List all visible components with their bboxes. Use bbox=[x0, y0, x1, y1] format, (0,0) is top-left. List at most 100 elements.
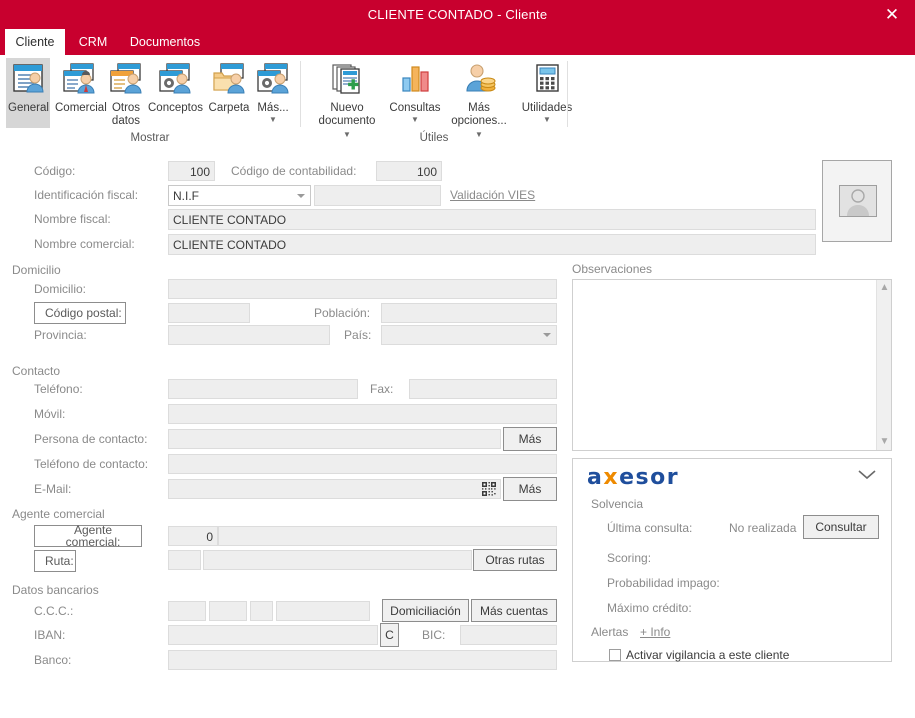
movil-input[interactable] bbox=[168, 404, 557, 424]
email-label: E-Mail: bbox=[34, 482, 72, 496]
ruta-codigo-input[interactable] bbox=[168, 550, 201, 570]
chevron-down-icon[interactable]: ▼ bbox=[253, 116, 293, 124]
activar-vigilancia-label: Activar vigilancia a este cliente bbox=[626, 648, 790, 662]
banco-input[interactable] bbox=[168, 650, 557, 670]
codigo-postal-button[interactable]: Código postal: bbox=[34, 302, 126, 324]
telefono-input[interactable] bbox=[168, 379, 358, 399]
agente-codigo-input[interactable]: 0 bbox=[168, 526, 218, 546]
ribbon-group-label: Mostrar bbox=[130, 132, 170, 144]
codigo-postal-input[interactable] bbox=[168, 303, 250, 323]
ccc-label: C.C.C.: bbox=[34, 604, 74, 618]
identificacion-fiscal-select[interactable]: N.I.F bbox=[168, 185, 311, 206]
observaciones-title: Observaciones bbox=[572, 262, 653, 276]
ribbon-button-label: Consultas bbox=[389, 102, 441, 114]
ultima-consulta-label: Última consulta: bbox=[607, 521, 693, 535]
activar-vigilancia-checkbox[interactable] bbox=[609, 649, 621, 661]
ruta-button[interactable]: Ruta: bbox=[34, 550, 76, 572]
nombre-fiscal-input[interactable]: CLIENTE CONTADO bbox=[168, 209, 816, 230]
ribbon-toolbar: General Comercial Otros datos Conceptos … bbox=[0, 55, 915, 147]
nombre-fiscal-label: Nombre fiscal: bbox=[34, 212, 111, 226]
person-coins-icon bbox=[445, 62, 513, 100]
iban-c-button[interactable]: C bbox=[380, 623, 399, 647]
ribbon-button-label: Conceptos bbox=[148, 102, 203, 114]
person-placeholder-icon bbox=[839, 185, 877, 217]
ribbon-button-label: General bbox=[8, 102, 49, 114]
info-link[interactable]: + Info bbox=[640, 625, 670, 639]
datos-bancarios-group-title: Datos bancarios bbox=[12, 583, 99, 597]
ribbon-button-utilidades[interactable]: Utilidades ▼ bbox=[515, 58, 579, 138]
domicilio-input[interactable] bbox=[168, 279, 557, 299]
ribbon-button-general[interactable]: General bbox=[6, 58, 50, 128]
ccc-dc-input[interactable] bbox=[250, 601, 273, 621]
qr-code-icon[interactable] bbox=[482, 482, 496, 496]
chevron-down-icon[interactable]: ▼ bbox=[877, 435, 892, 449]
codigo-contabilidad-input[interactable]: 100 bbox=[376, 161, 442, 181]
nombre-comercial-input[interactable]: CLIENTE CONTADO bbox=[168, 234, 816, 255]
poblacion-label: Población: bbox=[314, 306, 371, 320]
persona-contacto-mas-button[interactable]: Más bbox=[503, 427, 557, 451]
ultima-consulta-value: No realizada bbox=[729, 521, 797, 535]
tab-crm[interactable]: CRM bbox=[70, 29, 116, 55]
telefono-contacto-input[interactable] bbox=[168, 454, 557, 474]
provincia-input[interactable] bbox=[168, 325, 330, 345]
telefono-contacto-label: Teléfono de contacto: bbox=[34, 457, 149, 471]
ribbon-button-label: Más... bbox=[257, 102, 289, 114]
chevron-down-icon[interactable] bbox=[543, 333, 551, 337]
chevron-up-icon[interactable]: ▲ bbox=[877, 281, 892, 295]
ribbon-button-comercial[interactable]: Comercial bbox=[53, 58, 107, 128]
codigo-label: Código: bbox=[34, 164, 76, 178]
client-photo-placeholder[interactable] bbox=[822, 160, 892, 242]
tab-documentos[interactable]: Documentos bbox=[120, 29, 210, 55]
identificacion-fiscal-label: Identificación fiscal: bbox=[34, 188, 139, 202]
ribbon-button-carpeta[interactable]: Carpeta bbox=[205, 58, 253, 128]
validacion-vies-link[interactable]: Validación VIES bbox=[450, 188, 535, 202]
ribbon-button-mas[interactable]: Más... ▼ bbox=[253, 58, 293, 138]
contacto-group-title: Contacto bbox=[12, 364, 61, 378]
ccc-entidad-input[interactable] bbox=[168, 601, 206, 621]
agente-comercial-button[interactable]: Agente comercial: bbox=[34, 524, 142, 548]
ccc-oficina-input[interactable] bbox=[209, 601, 247, 621]
ribbon-button-otros-datos[interactable]: Otros datos bbox=[107, 58, 145, 136]
banco-label: Banco: bbox=[34, 653, 72, 667]
otras-rutas-button[interactable]: Otras rutas bbox=[473, 549, 557, 571]
ribbon-button-nuevo-documento[interactable]: Nuevo documento ▼ bbox=[309, 58, 385, 139]
persona-contacto-input[interactable] bbox=[168, 429, 501, 449]
chevron-down-icon[interactable] bbox=[297, 193, 305, 198]
chevron-down-icon[interactable]: ▼ bbox=[515, 116, 579, 124]
consultar-button[interactable]: Consultar bbox=[803, 515, 879, 539]
domiciliacion-button[interactable]: Domiciliación bbox=[382, 599, 469, 622]
ribbon-button-label: Otros datos bbox=[111, 102, 141, 127]
chevron-down-icon[interactable]: ▼ bbox=[387, 116, 443, 124]
domicilio-label: Domicilio: bbox=[34, 282, 87, 296]
close-icon[interactable]: ✕ bbox=[879, 3, 905, 27]
provincia-label: Provincia: bbox=[34, 328, 87, 342]
mas-cuentas-button[interactable]: Más cuentas bbox=[471, 599, 557, 622]
bic-label: BIC: bbox=[422, 628, 446, 642]
ribbon-button-conceptos[interactable]: Conceptos bbox=[146, 58, 204, 128]
ribbon-divider bbox=[567, 61, 568, 127]
ribbon-button-consultas[interactable]: Consultas ▼ bbox=[387, 58, 443, 138]
ccc-cuenta-input[interactable] bbox=[276, 601, 370, 621]
chevron-down-icon[interactable] bbox=[857, 468, 877, 483]
bic-input[interactable] bbox=[460, 625, 557, 645]
axesor-logo-pre: a bbox=[587, 465, 604, 490]
observaciones-scrollbar[interactable]: ▲ ▼ bbox=[876, 280, 891, 450]
iban-input[interactable] bbox=[168, 625, 378, 645]
window-gear-person-icon bbox=[253, 62, 293, 100]
ribbon-group-utiles: Nuevo documento ▼ Consultas ▼ Más opcion… bbox=[301, 55, 572, 146]
solvencia-label: Solvencia bbox=[591, 497, 644, 511]
ribbon-button-mas-opciones[interactable]: Más opciones... ▼ bbox=[445, 58, 513, 139]
observaciones-textarea[interactable]: ▲ ▼ bbox=[572, 279, 892, 451]
pais-label: País: bbox=[344, 328, 372, 342]
agente-nombre-input[interactable] bbox=[218, 526, 557, 546]
fax-input[interactable] bbox=[409, 379, 557, 399]
email-mas-button[interactable]: Más bbox=[503, 477, 557, 501]
codigo-input[interactable]: 100 bbox=[168, 161, 215, 181]
nif-input[interactable] bbox=[314, 185, 441, 206]
pais-select[interactable] bbox=[381, 325, 557, 345]
axesor-logo-post: esor bbox=[619, 465, 680, 490]
tab-cliente[interactable]: Cliente bbox=[5, 29, 65, 55]
email-input[interactable] bbox=[168, 479, 501, 499]
poblacion-input[interactable] bbox=[381, 303, 557, 323]
ruta-nombre-input[interactable] bbox=[203, 550, 472, 570]
